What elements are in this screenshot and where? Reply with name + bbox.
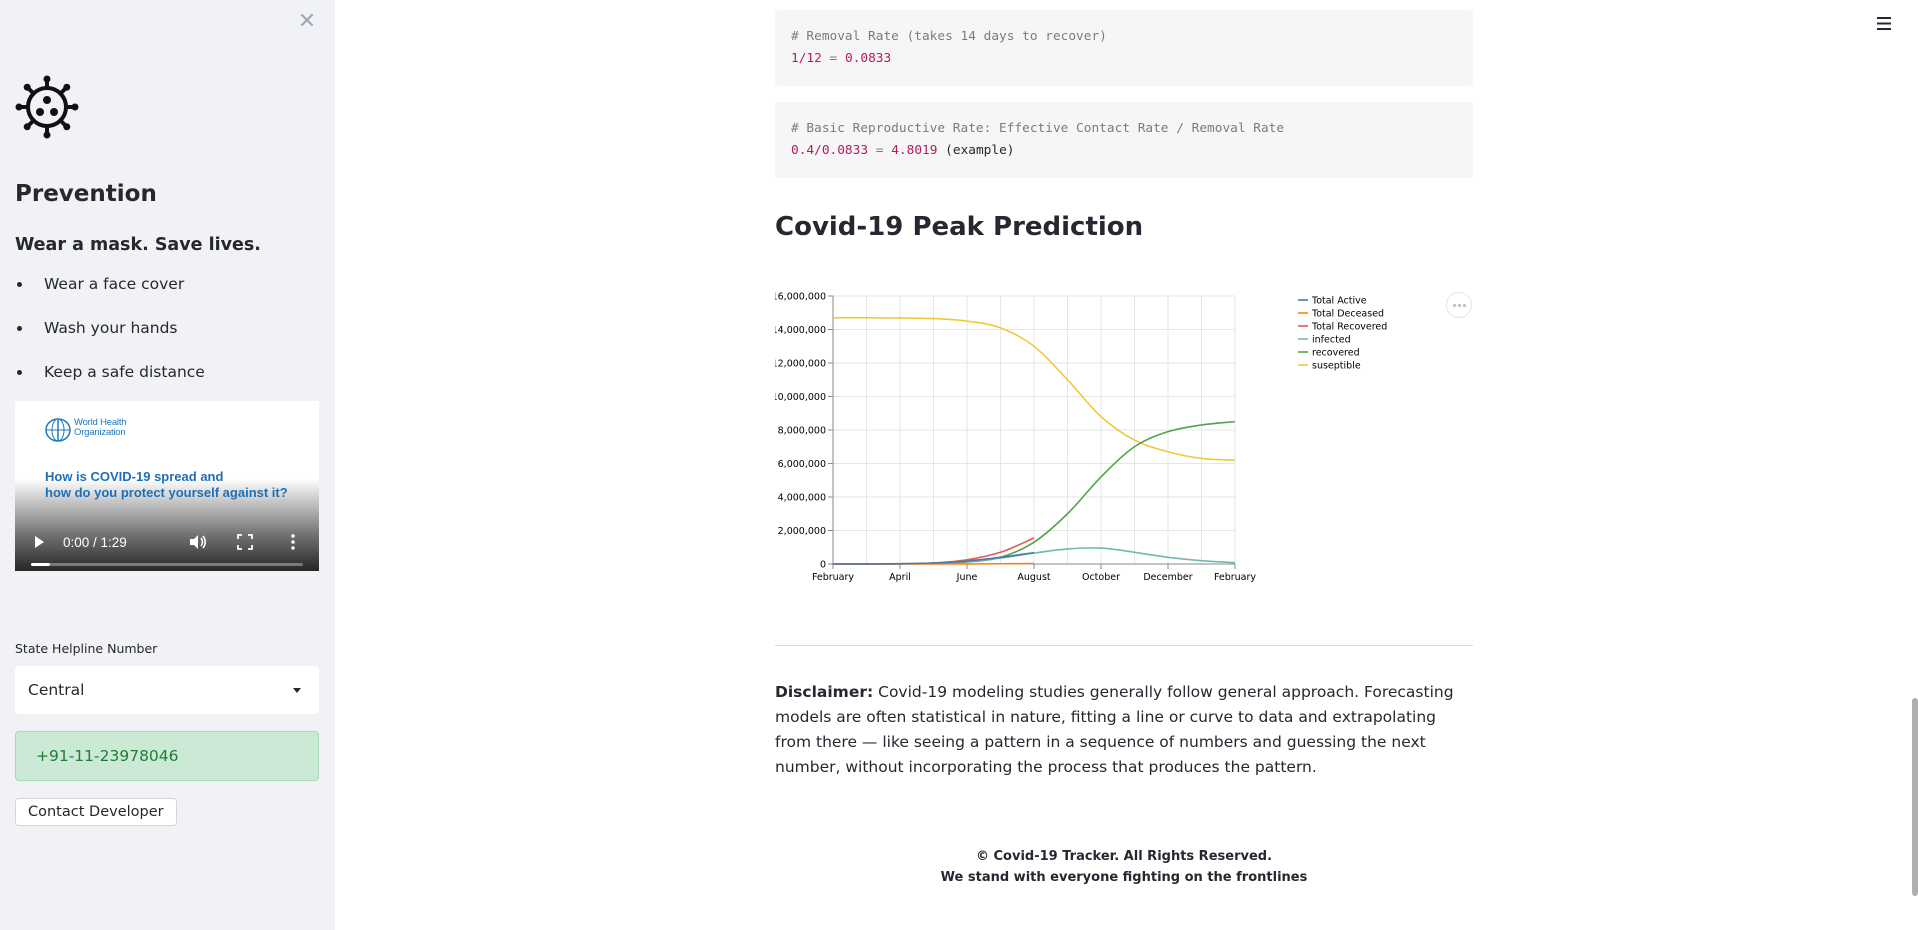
- code-note: (example): [945, 143, 1015, 158]
- x-tick-label: December: [1143, 572, 1192, 583]
- code-comment: # Basic Reproductive Rate: Effective Con…: [791, 121, 1285, 136]
- state-select-value: Central: [28, 681, 85, 699]
- peak-prediction-chart: 0 2,000,000 4,000,000 6,000,000 8,000,000 10,…: [772, 286, 1475, 598]
- footer-tagline: We stand with everyone fighting on the f…: [940, 870, 1308, 885]
- list-item-label: Keep a safe distance: [44, 363, 205, 381]
- close-sidebar-icon[interactable]: ✕: [297, 11, 317, 33]
- list-item: Keep a safe distance: [15, 360, 205, 404]
- prevention-list: Wear a face cover Wash your hands Keep a…: [15, 272, 205, 404]
- x-tick-label: February: [812, 572, 854, 583]
- sidebar-title: Prevention: [15, 181, 157, 207]
- code-expr: 0.4/0.0833: [791, 143, 869, 158]
- footer-copyright: © Covid-19 Tracker. All Rights Reserved.: [975, 849, 1273, 864]
- chevron-down-icon: [293, 688, 301, 693]
- y-tick-label: 8,000,000: [778, 426, 826, 437]
- code-line: 0.4/0.0833 = 4.8019 (example): [791, 140, 1457, 162]
- volume-icon[interactable]: [189, 534, 207, 550]
- helpline-label: State Helpline Number: [15, 641, 158, 656]
- page-heading: Covid-19 Peak Prediction: [775, 212, 1144, 242]
- y-tick-label: 4,000,000: [778, 493, 826, 504]
- disclaimer-label: Disclaimer:: [775, 683, 874, 701]
- x-tick-label: October: [1082, 572, 1120, 583]
- code-block: # Basic Reproductive Rate: Effective Con…: [775, 102, 1473, 178]
- video-time: 0:00 / 1:29: [63, 535, 127, 550]
- legend-label: Total Recovered: [1311, 322, 1387, 333]
- x-tick-label: February: [1214, 572, 1256, 583]
- code-expr: 1/12: [791, 51, 822, 66]
- y-tick-label: 0: [820, 560, 826, 571]
- legend-label: infected: [1312, 335, 1351, 346]
- y-tick-label: 2,000,000: [778, 526, 826, 537]
- legend-label: suseptible: [1312, 361, 1361, 372]
- legend-label: recovered: [1312, 348, 1360, 359]
- disclaimer-text: Covid-19 modeling studies generally foll…: [775, 683, 1454, 776]
- footer: © Covid-19 Tracker. All Rights Reserved.…: [775, 846, 1473, 888]
- video-player[interactable]: World Health Organization How is COVID-1…: [15, 401, 319, 571]
- who-logo-icon: [45, 418, 71, 442]
- list-item-label: Wash your hands: [44, 319, 178, 337]
- hamburger-menu-icon[interactable]: [1875, 16, 1893, 31]
- x-tick-label: August: [1017, 572, 1051, 583]
- sidebar-subtitle: Wear a mask. Save lives.: [15, 235, 261, 255]
- y-tick-label: 16,000,000: [775, 292, 826, 303]
- dot-icon: [1463, 304, 1466, 307]
- y-tick-label: 10,000,000: [775, 392, 826, 403]
- bullet-icon: [17, 326, 22, 331]
- contact-developer-button[interactable]: Contact Developer: [15, 798, 177, 826]
- code-result: 4.8019: [891, 143, 938, 158]
- sidebar: ✕ Prevention Wear a mask. Save lives. We…: [0, 0, 335, 930]
- more-options-icon[interactable]: [290, 533, 296, 551]
- legend-label: Total Deceased: [1311, 309, 1384, 320]
- code-operator: =: [875, 143, 884, 158]
- helpline-phone: +91-11-23978046: [15, 731, 319, 781]
- video-caption-line1: How is COVID-19 spread and: [45, 469, 224, 484]
- chart-svg: 0 2,000,000 4,000,000 6,000,000 8,000,000 10,…: [772, 292, 1388, 584]
- disclaimer: Disclaimer: Covid-19 modeling studies ge…: [775, 680, 1475, 780]
- play-icon[interactable]: [32, 535, 46, 549]
- dot-icon: [1453, 304, 1456, 307]
- who-text-line2: Organization: [74, 427, 126, 438]
- video-progress-bar[interactable]: [31, 563, 303, 566]
- video-caption-line2: how do you protect yourself against it?: [45, 485, 288, 500]
- x-tick-label: June: [956, 572, 978, 583]
- code-result: 0.0833: [844, 51, 892, 66]
- code-line: 1/12 = 0.0833: [791, 48, 1457, 70]
- chart-actions-button[interactable]: [1446, 292, 1472, 318]
- dot-icon: [1458, 304, 1461, 307]
- bullet-icon: [17, 282, 22, 287]
- video-caption: How is COVID-19 spread and how do you pr…: [45, 469, 288, 501]
- bullet-icon: [17, 370, 22, 375]
- code-operator: =: [829, 51, 838, 66]
- video-controls: 0:00 / 1:29: [15, 515, 319, 571]
- page-scrollbar[interactable]: [1912, 698, 1918, 896]
- code-block: # Removal Rate (takes 14 days to recover…: [775, 10, 1473, 86]
- virus-logo-icon: [15, 75, 79, 139]
- state-select[interactable]: Central: [15, 666, 319, 714]
- list-item-label: Wear a face cover: [44, 275, 185, 293]
- fullscreen-icon[interactable]: [237, 534, 253, 550]
- list-item: Wear a face cover: [15, 272, 205, 316]
- list-item: Wash your hands: [15, 316, 205, 360]
- video-progress-fill: [31, 563, 51, 566]
- x-tick-label: April: [889, 572, 911, 583]
- y-tick-label: 6,000,000: [778, 459, 826, 470]
- y-tick-label: 14,000,000: [775, 325, 826, 336]
- y-tick-label: 12,000,000: [775, 359, 826, 370]
- code-comment: # Removal Rate (takes 14 days to recover…: [791, 29, 1107, 44]
- who-logo-text: World Health Organization: [74, 418, 127, 438]
- divider: [775, 645, 1473, 646]
- legend-label: Total Active: [1311, 296, 1367, 307]
